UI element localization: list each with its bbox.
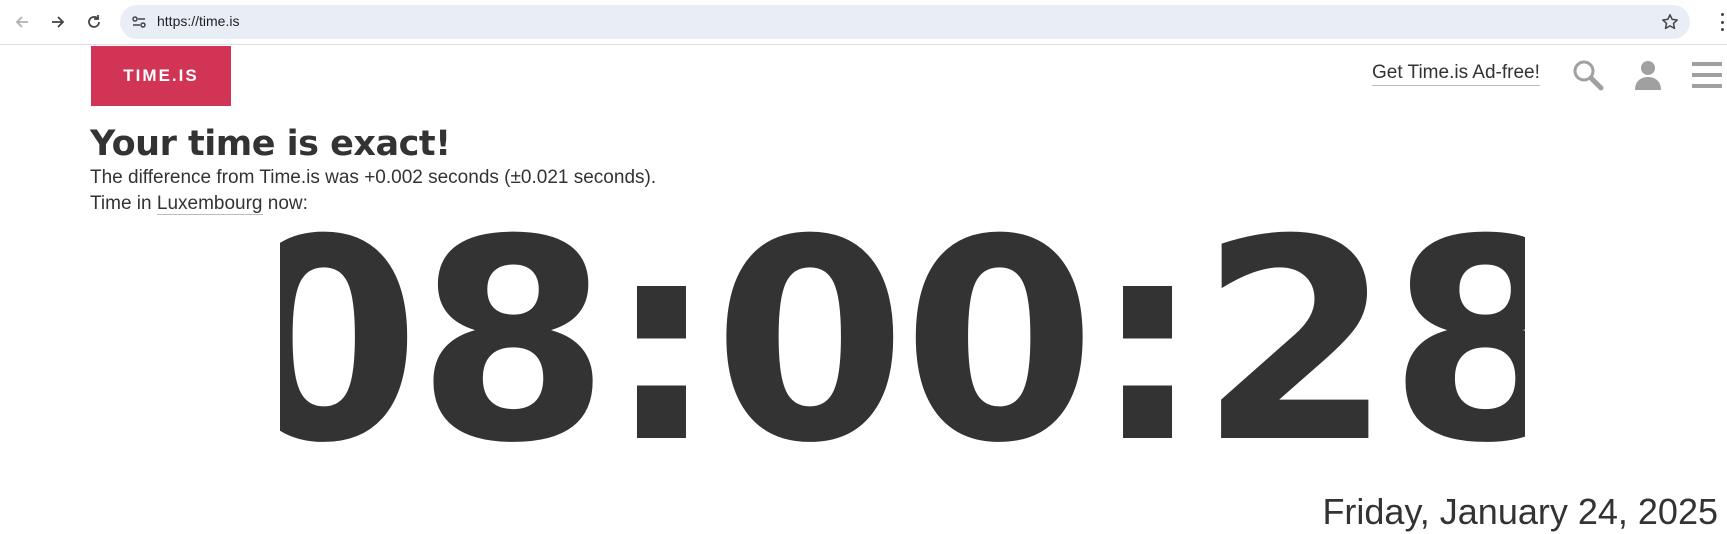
date-display: Friday, January 24, 2025: [1322, 491, 1718, 532]
url-text[interactable]: https://time.is: [157, 13, 239, 29]
location-link[interactable]: Luxembourg: [156, 193, 263, 215]
location-suffix: now:: [262, 193, 308, 214]
arrow-right-icon: [52, 16, 65, 28]
menu-icon[interactable]: [1690, 58, 1724, 92]
adfree-link[interactable]: Get Time.is Ad-free!: [1372, 62, 1540, 86]
forward-button[interactable]: [46, 10, 70, 34]
page-title: Your time is exact!: [90, 124, 451, 164]
browser-toolbar: https://time.is: [0, 0, 1727, 45]
bookmark-star-icon[interactable]: [1660, 12, 1680, 32]
address-bar[interactable]: https://time.is: [120, 5, 1690, 39]
time-difference-text: The difference from Time.is was +0.002 s…: [90, 167, 657, 188]
back-button[interactable]: [10, 10, 34, 34]
site-info-icon[interactable]: [127, 10, 151, 34]
arrow-left-icon: [15, 16, 28, 28]
location-prefix: Time in: [90, 193, 157, 214]
browser-menu-icon[interactable]: [1719, 13, 1725, 31]
site-logo[interactable]: TIME.IS: [91, 46, 231, 106]
user-icon[interactable]: [1631, 58, 1665, 92]
location-line: Time in Luxembourg now:: [90, 193, 308, 215]
reload-button[interactable]: [82, 10, 106, 34]
clock-display: 08:00:28: [280, 222, 1525, 462]
search-icon[interactable]: [1571, 58, 1605, 92]
reload-icon: [88, 15, 100, 28]
